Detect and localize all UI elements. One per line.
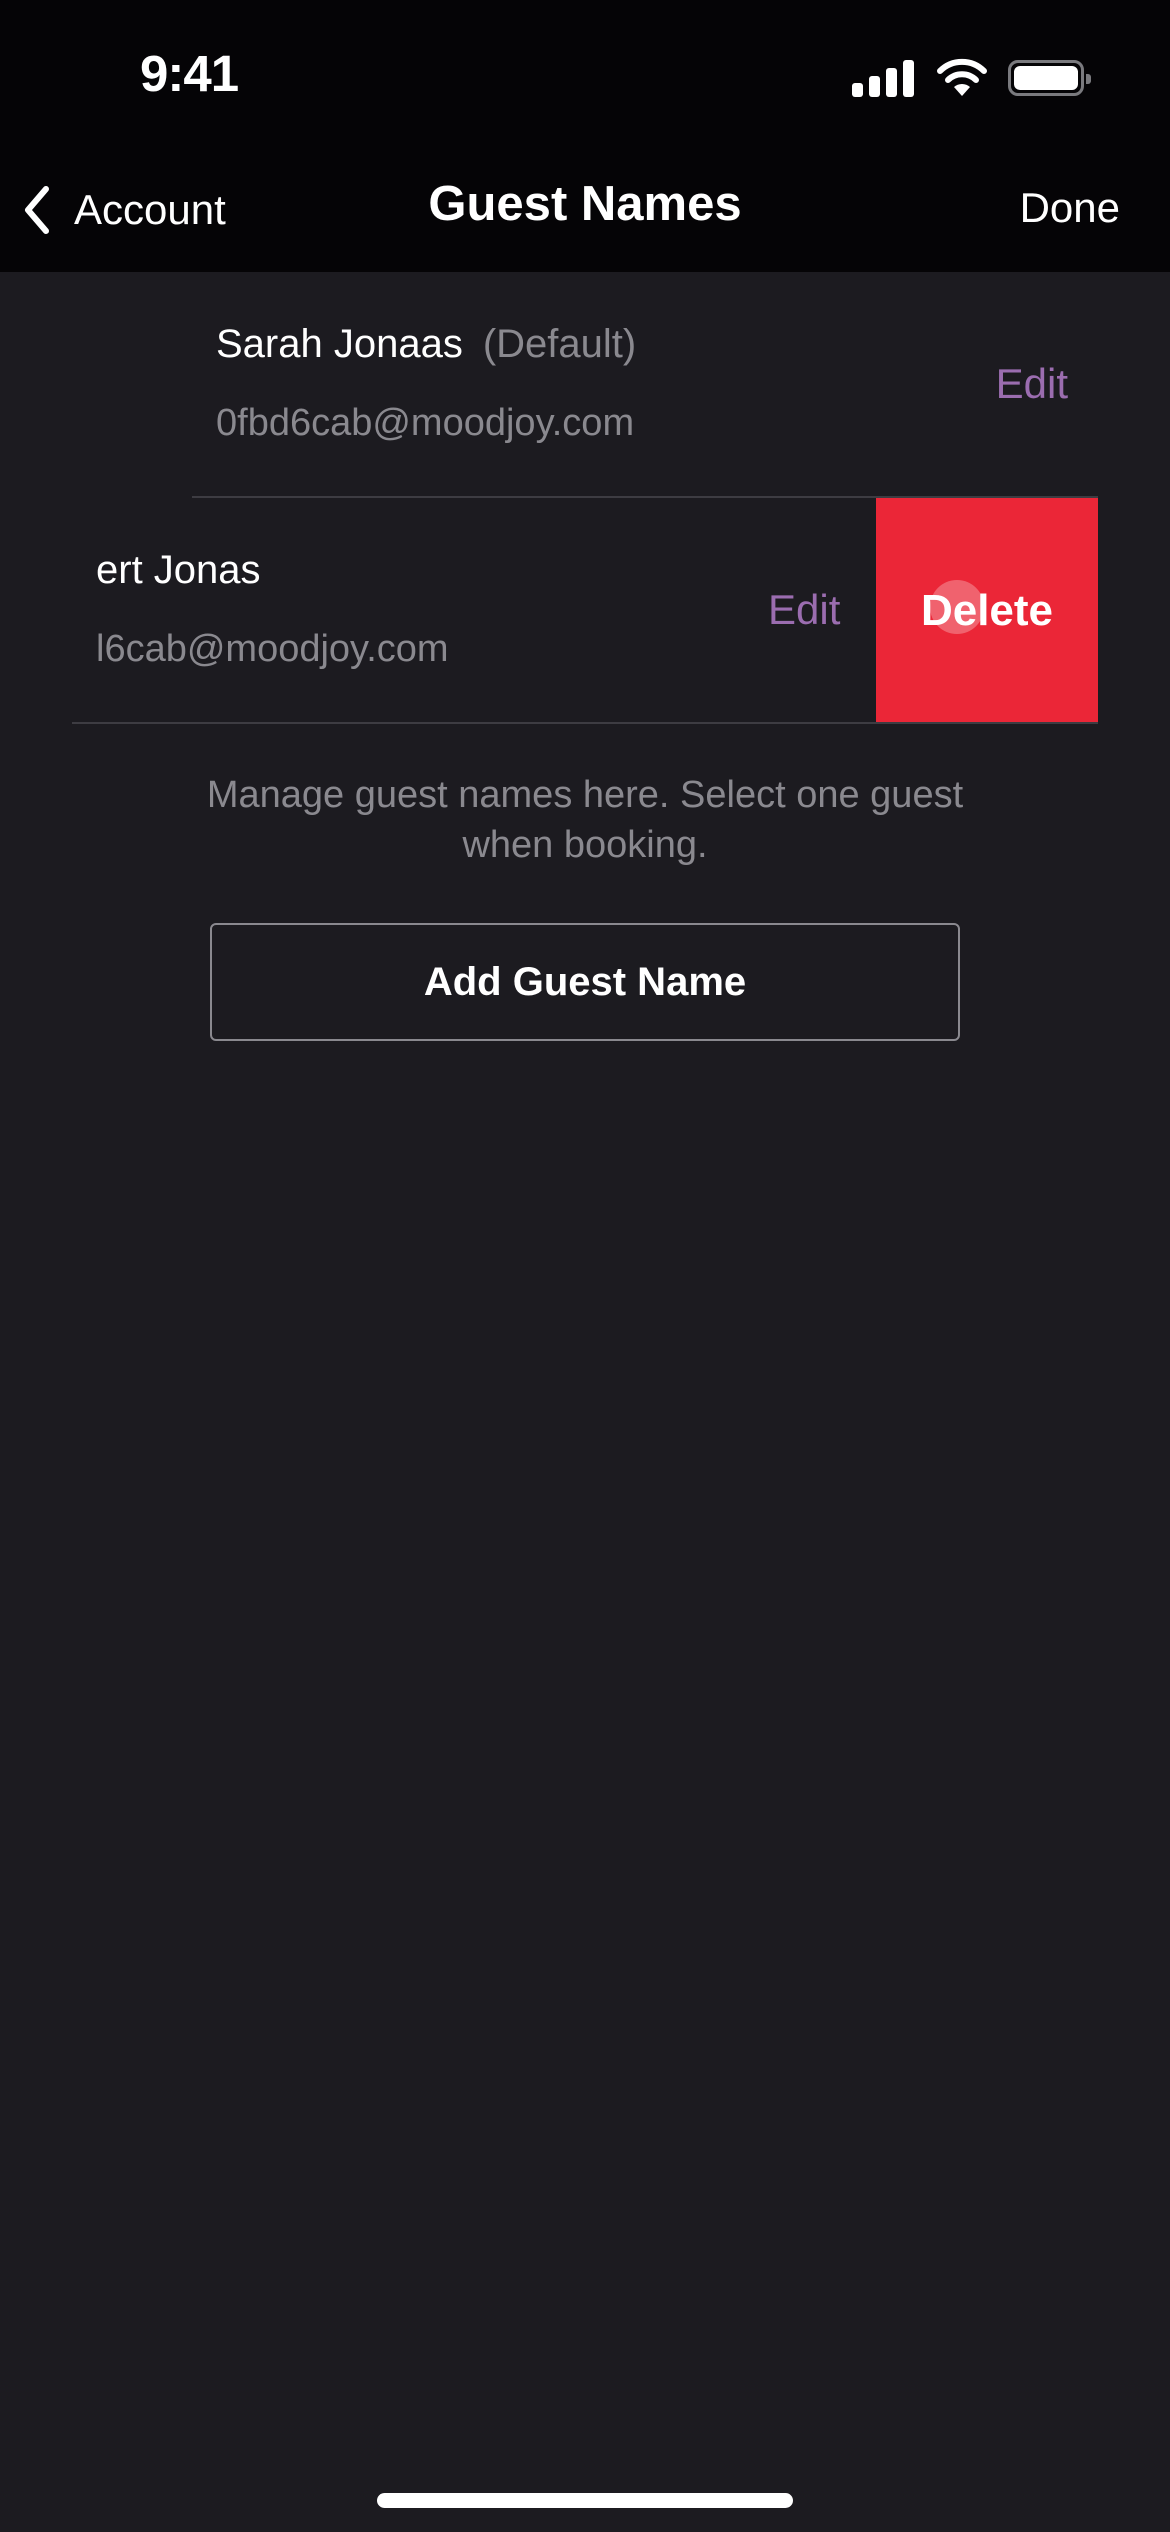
battery-icon xyxy=(1008,60,1091,96)
done-button[interactable]: Done xyxy=(1020,184,1120,232)
guest-name: Sarah Jonaas xyxy=(216,322,463,366)
cellular-signal-icon xyxy=(852,59,914,97)
helper-text: Manage guest names here. Select one gues… xyxy=(206,774,964,866)
status-time: 9:41 xyxy=(140,45,239,102)
guest-name-line: Sarah Jonaas (Default) xyxy=(216,322,636,367)
default-badge: (Default) xyxy=(482,322,637,366)
guest-email: l6cab@moodjoy.com xyxy=(96,628,449,670)
guest-row-swiped[interactable]: ert Jonas l6cab@moodjoy.com Edit Delete xyxy=(72,498,1098,724)
top-bar: 9:41 Account Guest Names Done xyxy=(0,0,1170,272)
guest-name: ert Jonas xyxy=(96,548,261,592)
guest-row[interactable]: Sarah Jonaas (Default) 0fbd6cab@moodjoy.c… xyxy=(192,272,1098,498)
edit-button[interactable]: Edit xyxy=(768,586,840,634)
delete-label: Delete xyxy=(920,586,1054,635)
row-divider xyxy=(72,722,1098,724)
guest-email: 0fbd6cab@moodjoy.com xyxy=(216,402,635,444)
guest-name-line: ert Jonas xyxy=(96,548,261,593)
edit-button[interactable]: Edit xyxy=(996,360,1068,408)
wifi-icon xyxy=(937,58,987,96)
home-indicator[interactable] xyxy=(377,2493,793,2508)
delete-button[interactable]: Delete xyxy=(876,498,1098,724)
add-guest-name-button[interactable]: Add Guest Name xyxy=(210,923,960,1041)
status-icons xyxy=(852,56,1091,100)
page-title: Guest Names xyxy=(428,177,742,231)
